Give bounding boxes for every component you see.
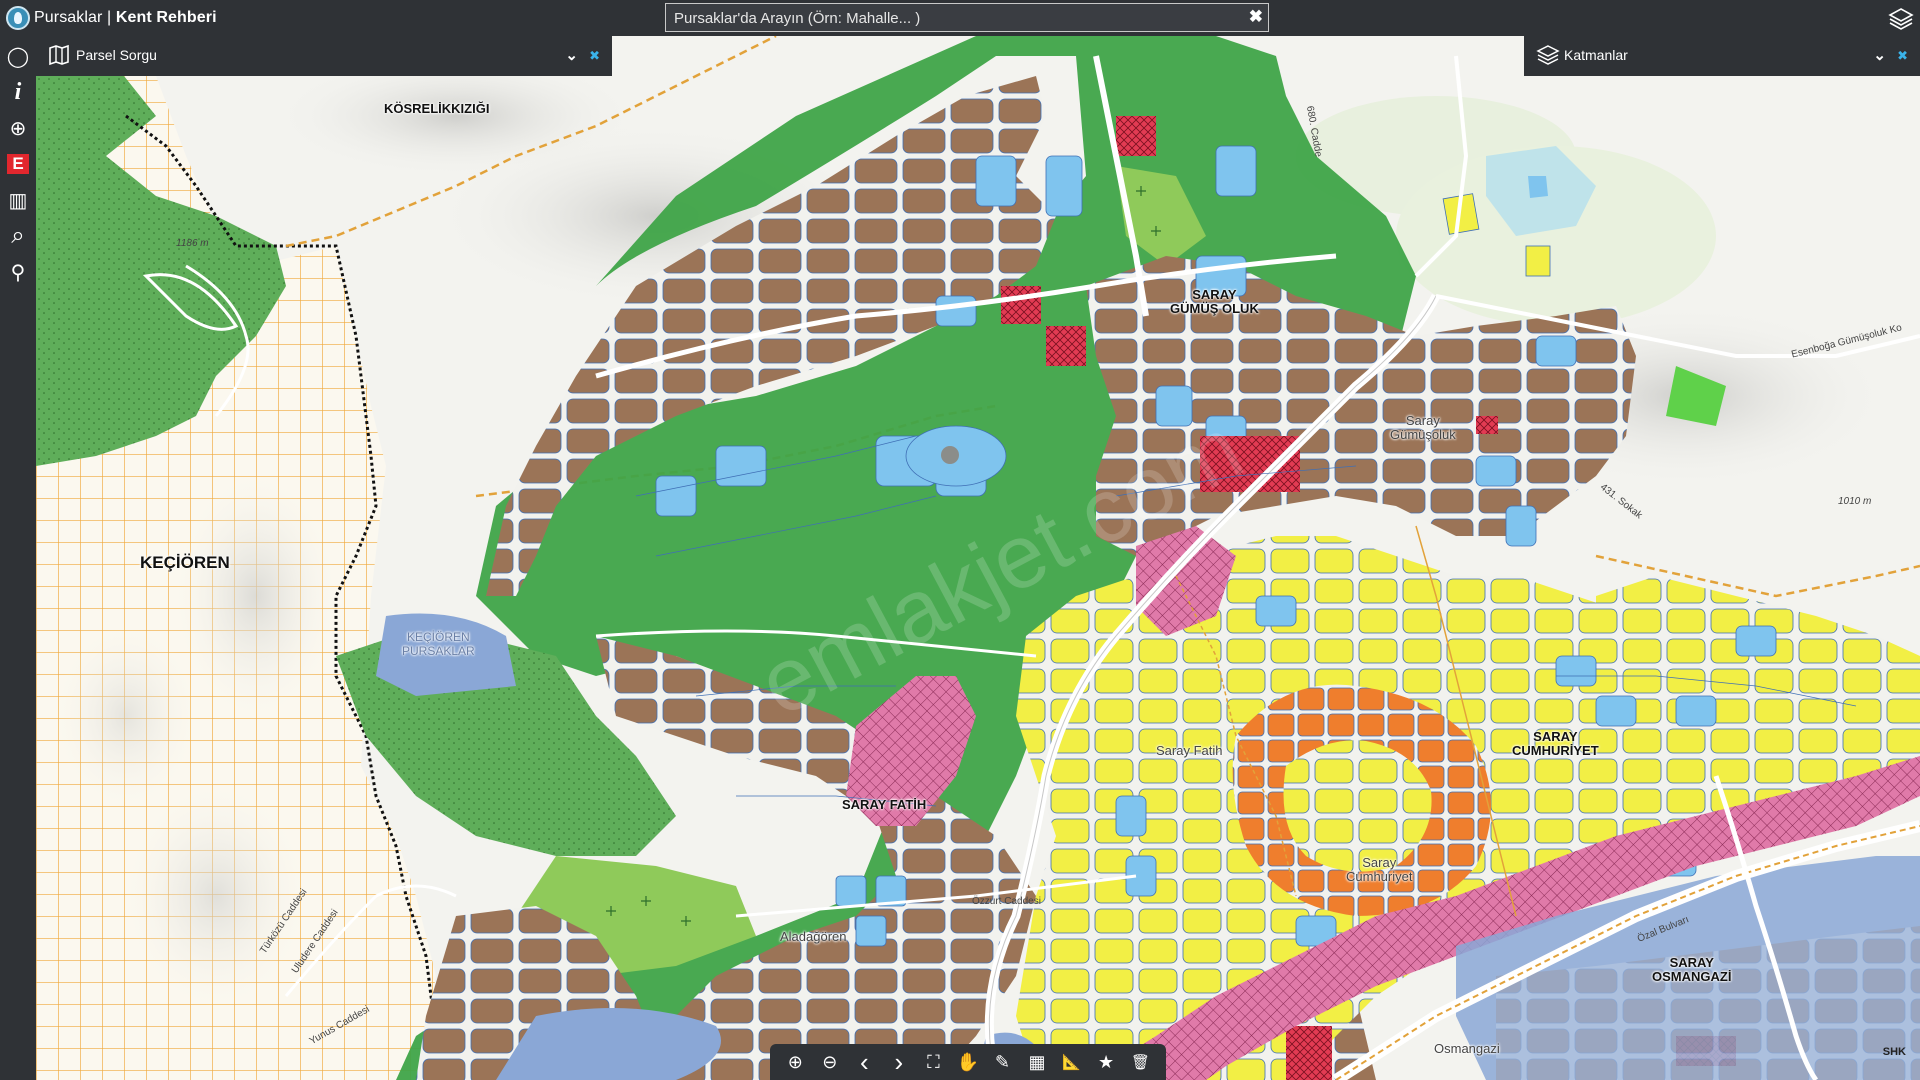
parsel-sorgu-close-button[interactable]: ✖ bbox=[589, 48, 600, 64]
zoom-in-button[interactable]: ⊕ bbox=[781, 1048, 809, 1076]
e-icon: E bbox=[7, 154, 29, 174]
previous-extent-button[interactable]: ‹ bbox=[850, 1046, 878, 1077]
label-saray-gumusoluk-soft: Saray Gümüşoluk bbox=[1390, 413, 1456, 442]
favorite-button[interactable]: ★ bbox=[1092, 1048, 1120, 1076]
measure-button[interactable]: 📐 bbox=[1058, 1048, 1086, 1076]
layers-icon[interactable] bbox=[1888, 6, 1914, 30]
search-map-tool-button[interactable]: ⌕ bbox=[4, 222, 32, 250]
label-saray-gumus-oluk: SARAY GÜMÜŞ OLUK bbox=[1170, 287, 1259, 316]
parsel-sorgu-panel: Parsel Sorgu ⌄ ✖ bbox=[36, 36, 612, 76]
clear-button[interactable]: 🗑 bbox=[1127, 1048, 1155, 1076]
zoom-out-icon: ⊖ bbox=[822, 1051, 838, 1072]
map-book-icon bbox=[48, 44, 72, 66]
grid-button[interactable]: ▦ bbox=[1023, 1048, 1051, 1076]
zoom-in-icon: ⊕ bbox=[787, 1051, 803, 1072]
person-icon: ⚲ bbox=[10, 261, 26, 284]
chevron-left-icon: ‹ bbox=[859, 1046, 869, 1077]
app-title: Pursaklar | Kent Rehberi bbox=[34, 9, 217, 26]
fullscreen-icon: ⛶ bbox=[927, 1051, 940, 1072]
label-kosrelikkizigi: KÖSRELİKKIZIĞI bbox=[384, 101, 490, 116]
zoom-out-button[interactable]: ⊖ bbox=[816, 1048, 844, 1076]
hand-icon: ✋ bbox=[956, 1051, 980, 1072]
next-extent-button[interactable]: › bbox=[885, 1046, 913, 1077]
left-toolbar: ◯ i ⊕ E ▥ ⌕ ⚲ bbox=[0, 36, 36, 1080]
full-extent-button[interactable]: ⛶ bbox=[919, 1048, 947, 1076]
label-saray-fatih-soft: Saray Fatih bbox=[1156, 743, 1223, 758]
map-svg bbox=[36, 36, 1920, 1080]
map-book-tool-button[interactable]: ▥ bbox=[4, 186, 32, 214]
select-tool-button[interactable]: ◯ bbox=[4, 42, 32, 70]
search-input[interactable] bbox=[672, 7, 1236, 29]
info-tool-button[interactable]: i bbox=[4, 78, 32, 106]
parsel-sorgu-title: Parsel Sorgu bbox=[76, 47, 157, 63]
circle-icon: ◯ bbox=[6, 45, 30, 68]
map-canvas[interactable]: emlakjet.com KÖSRELİKKIZIĞI KEÇİÖREN SAR… bbox=[36, 36, 1920, 1080]
katmanlar-panel: Katmanlar ⌄ ✖ bbox=[1524, 36, 1920, 76]
ruler-icon: 📐 bbox=[1062, 1054, 1081, 1071]
info-icon: i bbox=[14, 78, 22, 105]
trash-icon: 🗑 bbox=[1131, 1054, 1151, 1071]
label-aladagoren: Aladağören bbox=[780, 929, 847, 944]
katmanlar-close-button[interactable]: ✖ bbox=[1897, 48, 1908, 64]
chevron-right-icon: › bbox=[894, 1046, 904, 1077]
draw-button[interactable]: ✎ bbox=[988, 1048, 1016, 1076]
label-kecioren: KEÇİÖREN bbox=[140, 553, 230, 572]
compass-icon: ⊕ bbox=[9, 117, 27, 140]
grid-icon: ▦ bbox=[1028, 1051, 1046, 1072]
parsel-sorgu-collapse-button[interactable]: ⌄ bbox=[565, 46, 578, 64]
top-bar: Pursaklar | Kent Rehberi ✖ bbox=[0, 0, 1920, 36]
attribution: SHK bbox=[1882, 1046, 1906, 1058]
katmanlar-collapse-button[interactable]: ⌄ bbox=[1873, 46, 1886, 64]
pencil-icon: ✎ bbox=[994, 1051, 1010, 1072]
layers-icon bbox=[1536, 44, 1560, 66]
elevation-1010: 1010 m bbox=[1838, 496, 1872, 507]
pan-button[interactable]: ✋ bbox=[954, 1048, 982, 1076]
compass-tool-button[interactable]: ⊕ bbox=[4, 114, 32, 142]
pursaklar-logo-icon bbox=[6, 6, 30, 30]
elevation-1186: 1186 m bbox=[176, 238, 209, 249]
user-location-tool-button[interactable]: ⚲ bbox=[4, 258, 32, 286]
label-saray-cumhuriyet: SARAY CUMHURİYET bbox=[1512, 729, 1599, 758]
magnifier-icon: ⌕ bbox=[11, 222, 25, 249]
label-kecioren-pursaklar: KEÇİÖREN PURSAKLAR bbox=[402, 630, 475, 658]
street-ozzurt: Özzurt Caddesi bbox=[972, 896, 1041, 907]
label-saray-fatih: SARAY FATİH bbox=[842, 797, 927, 812]
book-icon: ▥ bbox=[8, 189, 28, 212]
map-toolbar: ⊕ ⊖ ‹ › ⛶ ✋ ✎ ▦ 📐 ★ 🗑 bbox=[770, 1044, 1166, 1080]
label-osmangazi-soft: Osmangazi bbox=[1434, 1041, 1500, 1056]
star-icon: ★ bbox=[1097, 1051, 1115, 1072]
e-plan-tool-button[interactable]: E bbox=[4, 150, 32, 178]
label-saray-cumhuriyet-soft: Saray Cumhuriyet bbox=[1346, 855, 1413, 884]
label-saray-osmangazi: SARAY OSMANGAZİ bbox=[1652, 955, 1732, 984]
katmanlar-title: Katmanlar bbox=[1564, 47, 1628, 63]
search-clear-button[interactable]: ✖ bbox=[1249, 7, 1263, 27]
search-box: ✖ bbox=[665, 3, 1269, 32]
